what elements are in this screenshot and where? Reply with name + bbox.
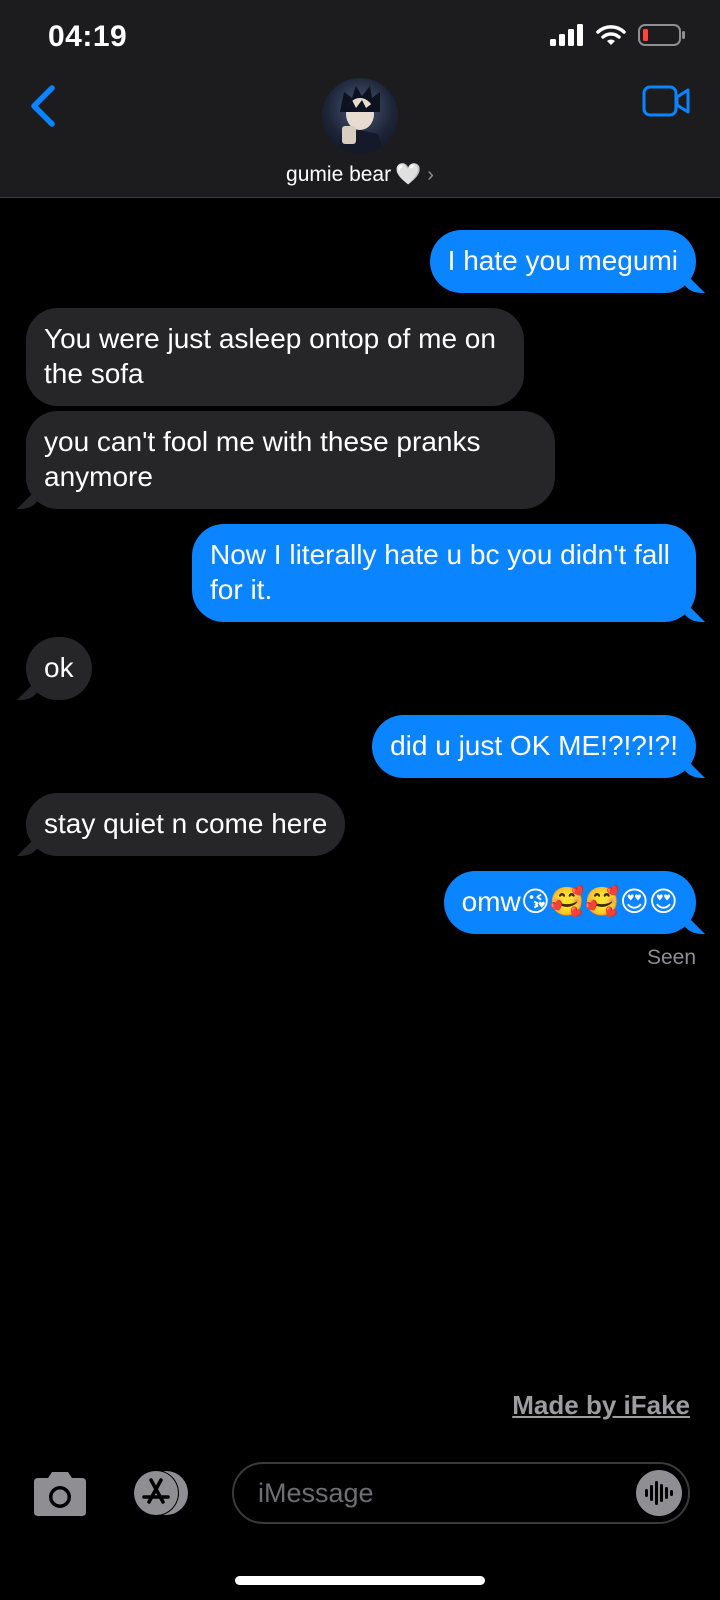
conversation-header: 04:19 gumie bear 🤍 › <box>0 0 720 198</box>
home-indicator[interactable] <box>235 1576 485 1585</box>
video-camera-icon[interactable] <box>642 84 690 118</box>
message-bubble-outgoing[interactable]: Now I literally hate u bc you didn't fal… <box>192 524 696 622</box>
app-store-icon[interactable] <box>126 1468 194 1518</box>
message-bubble-incoming[interactable]: ok <box>26 637 92 700</box>
message-bubble-incoming[interactable]: you can't fool me with these pranks anym… <box>26 411 555 509</box>
back-chevron-icon[interactable] <box>26 82 66 130</box>
message-bubble-outgoing[interactable]: did u just OK ME!?!?!?! <box>372 715 696 778</box>
battery-icon <box>638 24 685 46</box>
camera-icon[interactable] <box>30 1470 90 1518</box>
contact-name[interactable]: gumie bear <box>286 163 391 186</box>
avatar-illustration <box>336 86 384 154</box>
message-bubble-incoming[interactable]: stay quiet n come here <box>26 793 346 856</box>
status-icons <box>550 24 686 46</box>
audio-waveform-icon <box>645 1481 673 1505</box>
avatar[interactable] <box>322 78 398 154</box>
contact-chevron-icon[interactable]: › <box>427 164 434 186</box>
read-receipt: Seen <box>646 946 696 969</box>
message-bubble-outgoing[interactable]: I hate you megumi <box>429 230 696 293</box>
watermark-link[interactable]: Made by iFake <box>512 1390 690 1421</box>
message-bubble-outgoing[interactable]: omw😘🥰🥰😍😍 <box>443 871 696 934</box>
heart-emoji: 🤍 <box>395 163 422 186</box>
status-time: 04:19 <box>48 20 128 53</box>
message-bubble-incoming[interactable]: You were just asleep ontop of me on the … <box>26 308 524 406</box>
signal-icon <box>550 24 583 46</box>
audio-message-button[interactable] <box>636 1470 682 1516</box>
contact-name-row[interactable]: gumie bear 🤍 › <box>0 163 720 187</box>
message-input-placeholder: iMessage <box>258 1478 374 1508</box>
wifi-icon <box>596 25 626 45</box>
message-input[interactable]: iMessage <box>232 1462 690 1524</box>
